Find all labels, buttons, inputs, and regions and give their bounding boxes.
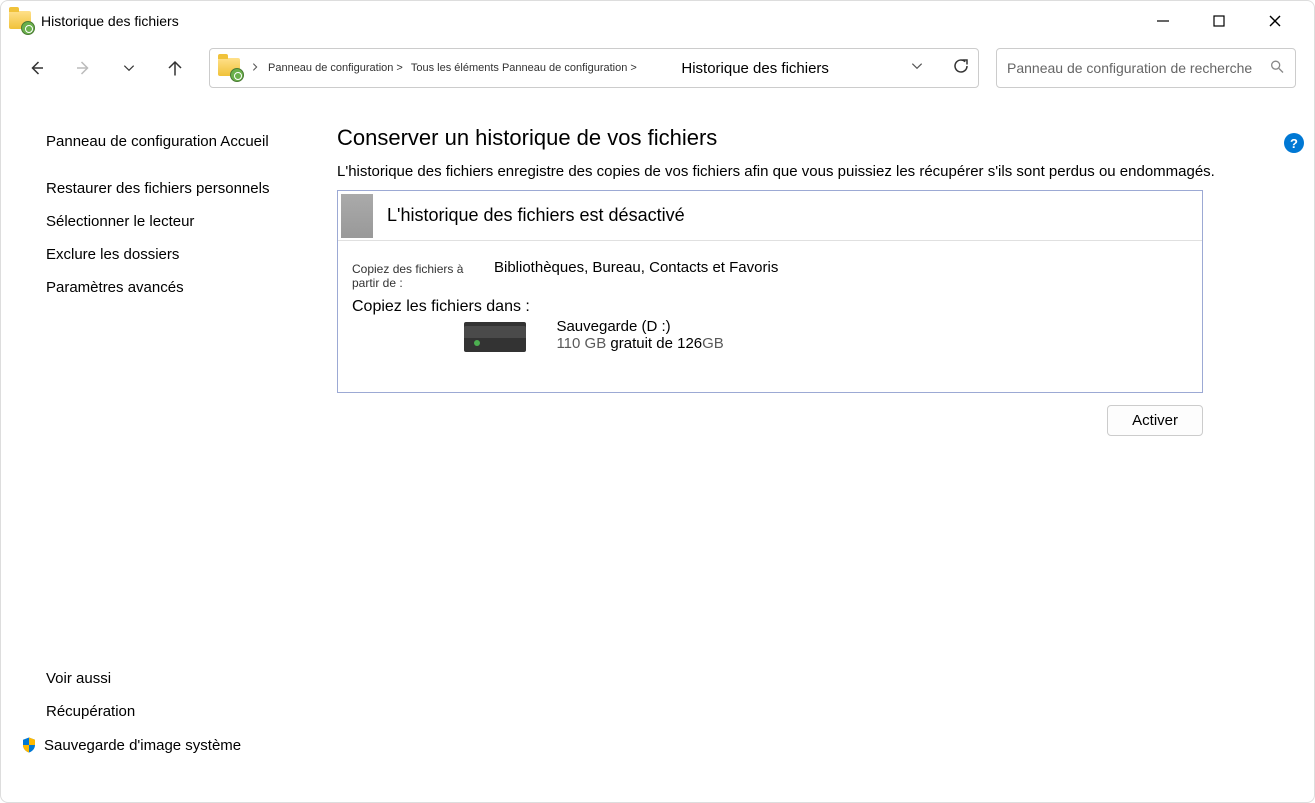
- address-bar[interactable]: Panneau de configuration > Tous les élém…: [209, 48, 979, 88]
- minimize-button[interactable]: [1140, 5, 1186, 37]
- breadcrumb-segment-1[interactable]: Panneau de configuration >: [268, 62, 403, 74]
- copy-to-row: Copiez les fichiers dans : Sauvegarde (D…: [352, 298, 1188, 352]
- copy-from-label: Copiez des fichiers à partir de :: [352, 259, 494, 290]
- sidebar-item-exclude[interactable]: Exclure les dossiers: [46, 238, 321, 271]
- recent-locations-button[interactable]: [111, 50, 147, 86]
- shield-icon: [20, 736, 38, 754]
- navigation-bar: Panneau de configuration > Tous les élém…: [1, 41, 1314, 95]
- up-button[interactable]: [157, 50, 193, 86]
- drive-icon: [464, 322, 526, 352]
- help-button[interactable]: ?: [1284, 133, 1304, 153]
- copy-from-row: Copiez des fichiers à partir de : Biblio…: [352, 259, 1188, 290]
- window-controls: [1140, 5, 1298, 37]
- content-area: Conserver un historique de vos fichiers …: [321, 95, 1314, 802]
- copy-from-value: Bibliothèques, Bureau, Contacts et Favor…: [494, 259, 778, 276]
- breadcrumb-chevron-icon: [250, 59, 260, 77]
- status-title: L'historique des fichiers est désactivé: [387, 205, 685, 226]
- main-area: Panneau de configuration Accueil Restaur…: [1, 95, 1314, 802]
- drive-free-space: 110 GB gratuit de 126GB: [556, 335, 723, 352]
- title-bar: Historique des fichiers: [1, 1, 1314, 41]
- search-icon: [1269, 59, 1285, 78]
- copy-to-label: Copiez les fichiers dans :: [352, 298, 530, 315]
- drive-name: Sauvegarde (D :): [556, 318, 723, 335]
- sidebar-item-select-drive[interactable]: Sélectionner le lecteur: [46, 205, 321, 238]
- forward-button[interactable]: [65, 50, 101, 86]
- address-icon: [218, 56, 242, 80]
- app-icon: [9, 9, 33, 33]
- sidebar-item-advanced[interactable]: Paramètres avancés: [46, 271, 321, 304]
- maximize-button[interactable]: [1196, 5, 1242, 37]
- back-button[interactable]: [19, 50, 55, 86]
- status-panel: L'historique des fichiers est désactivé …: [337, 190, 1203, 393]
- see-also-system-image-label: Sauvegarde d'image système: [44, 737, 241, 754]
- see-also-recovery[interactable]: Récupération: [46, 695, 321, 728]
- page-heading: Conserver un historique de vos fichiers: [337, 125, 1274, 151]
- refresh-button[interactable]: [952, 57, 970, 80]
- sidebar: Panneau de configuration Accueil Restaur…: [1, 95, 321, 802]
- close-button[interactable]: [1252, 5, 1298, 37]
- sidebar-item-restore[interactable]: Restaurer des fichiers personnels: [46, 172, 321, 205]
- sidebar-home-link[interactable]: Panneau de configuration Accueil: [46, 125, 321, 158]
- activate-button[interactable]: Activer: [1107, 405, 1203, 436]
- search-input[interactable]: Panneau de configuration de recherche: [996, 48, 1296, 88]
- breadcrumb-segment-2[interactable]: Tous les éléments Panneau de configurati…: [411, 62, 637, 74]
- breadcrumb-current[interactable]: Historique des fichiers: [681, 60, 829, 77]
- page-description: L'historique des fichiers enregistre des…: [337, 163, 1274, 180]
- see-also-system-image[interactable]: Sauvegarde d'image système: [20, 728, 321, 762]
- see-also-label: Voir aussi: [46, 662, 321, 695]
- search-placeholder: Panneau de configuration de recherche: [1007, 60, 1252, 76]
- status-thumbnail: [341, 194, 373, 238]
- status-header: L'historique des fichiers est désactivé: [338, 191, 1202, 241]
- window-title: Historique des fichiers: [41, 13, 1140, 29]
- address-dropdown-icon[interactable]: [910, 59, 924, 78]
